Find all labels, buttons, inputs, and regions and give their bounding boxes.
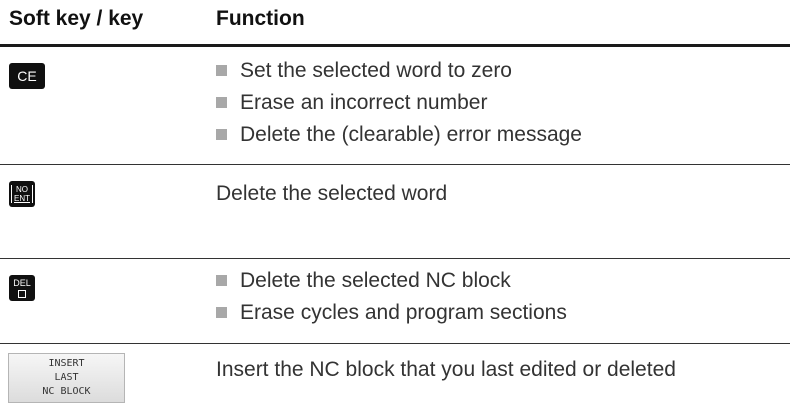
bullet-icon bbox=[216, 129, 227, 140]
list-item: Erase cycles and program sections bbox=[216, 299, 567, 331]
function-table: Soft key / key Function CE Set the selec… bbox=[0, 0, 802, 415]
bullet-icon bbox=[216, 307, 227, 318]
ce-key-label: CE bbox=[17, 68, 37, 84]
del-key-label: DEL bbox=[13, 278, 31, 288]
no-ent-key-line1: NO bbox=[16, 185, 28, 194]
bullet-icon bbox=[216, 97, 227, 108]
list-item: Erase an incorrect number bbox=[216, 89, 582, 121]
bullet-icon bbox=[216, 65, 227, 76]
function-description: Insert the NC block that you last edited… bbox=[216, 358, 676, 381]
table-row: INSERT LAST NC BLOCK Insert the NC block… bbox=[0, 344, 790, 415]
del-key-icon[interactable]: DEL bbox=[9, 275, 35, 301]
insert-last-nc-block-softkey[interactable]: INSERT LAST NC BLOCK bbox=[8, 353, 125, 403]
table-row: CE Set the selected word to zero Erase a… bbox=[0, 47, 790, 164]
no-ent-key-icon[interactable]: NO ENT bbox=[9, 181, 35, 207]
function-description: Delete the selected word bbox=[216, 182, 448, 205]
table-row: NO ENT Delete the selected word bbox=[0, 165, 790, 258]
softkey-line: NC BLOCK bbox=[42, 386, 91, 397]
softkey-line: LAST bbox=[54, 372, 79, 383]
bullet-list: Set the selected word to zero Erase an i… bbox=[216, 57, 582, 153]
table-header: Soft key / key Function bbox=[0, 0, 790, 47]
header-key-column: Soft key / key bbox=[9, 7, 144, 30]
list-item: Set the selected word to zero bbox=[216, 57, 582, 89]
list-item: Delete the (clearable) error message bbox=[216, 121, 582, 153]
table-row: DEL Delete the selected NC block Erase c… bbox=[0, 259, 790, 343]
softkey-line: INSERT bbox=[48, 358, 85, 369]
list-item: Delete the selected NC block bbox=[216, 267, 567, 299]
ce-key-icon[interactable]: CE bbox=[9, 63, 45, 89]
no-ent-key-line2: ENT bbox=[14, 194, 30, 203]
del-key-box-icon bbox=[18, 290, 26, 298]
bullet-icon bbox=[216, 275, 227, 286]
bullet-list: Delete the selected NC block Erase cycle… bbox=[216, 267, 567, 331]
header-function-column: Function bbox=[216, 7, 305, 30]
